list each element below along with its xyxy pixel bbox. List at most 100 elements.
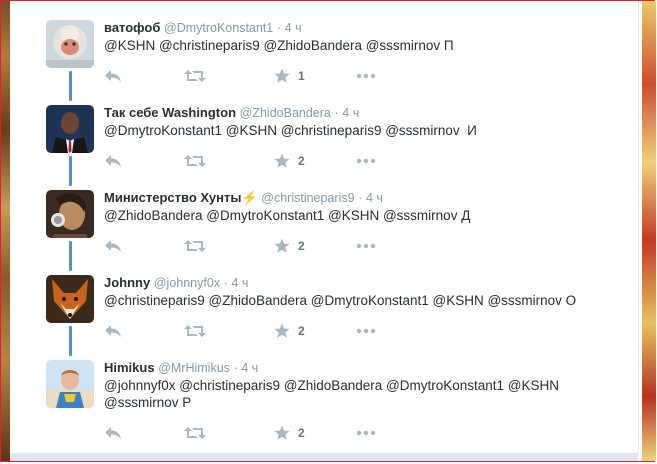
username[interactable]: @johnnyf0x <box>154 276 220 290</box>
avatar[interactable] <box>46 275 94 323</box>
more-dots-icon <box>356 243 376 249</box>
retweet-icon <box>184 325 206 337</box>
username[interactable]: @DmytroKonstant1 <box>164 21 273 35</box>
more-dots-icon <box>356 73 376 79</box>
reply-button[interactable] <box>104 152 122 170</box>
tweet-text-line: @DmytroKonstant1 @KSHN @christineparis9 … <box>104 123 477 138</box>
retweet-button[interactable] <box>184 152 206 170</box>
avatar-fox-image <box>46 275 94 323</box>
tweet-text: @christineparis9 @ZhidoBandera @DmytroKo… <box>104 292 614 309</box>
avatar[interactable] <box>46 190 94 238</box>
avatar-child-image <box>46 360 94 408</box>
reply-icon <box>105 240 121 252</box>
tweet-header: Так себе Washington @ZhidoBandera · 4 ч <box>104 105 359 121</box>
favorite-button[interactable]: 2 <box>274 322 305 340</box>
tweet-header: Johnny @johnnyf0x · 4 ч <box>104 275 248 291</box>
favorite-button[interactable]: 1 <box>274 67 305 85</box>
tweet-text-line: @sssmirnov Р <box>104 395 192 410</box>
favorite-star-icon <box>274 425 290 440</box>
tweet-text: @DmytroKonstant1 @KSHN @christineparis9 … <box>104 122 614 139</box>
retweet-button[interactable] <box>184 424 206 442</box>
more-dots-icon <box>356 158 376 164</box>
retweet-icon <box>184 70 206 82</box>
favorite-count: 2 <box>298 426 305 440</box>
card-bottom-edge <box>10 453 638 461</box>
reply-icon <box>105 70 121 82</box>
thread-connector <box>69 326 72 356</box>
separator-dot: · <box>334 106 339 120</box>
reply-button[interactable] <box>104 322 122 340</box>
reply-button[interactable] <box>104 67 122 85</box>
tweet-header: Himikus @MrHimikus · 4 ч <box>104 360 258 376</box>
more-dots-icon <box>356 328 376 334</box>
more-button[interactable] <box>356 237 376 255</box>
display-name[interactable]: ватофоб <box>104 20 160 35</box>
tweet-header: Министерство Хунты⚡ @christineparis9 · 4… <box>104 190 383 206</box>
reply-button[interactable] <box>104 237 122 255</box>
tweet-actions: 2 <box>104 152 404 170</box>
tweet-text-line: @KSHN @christineparis9 @ZhidoBandera @ss… <box>104 38 454 53</box>
display-name[interactable]: Himikus <box>104 360 155 375</box>
username[interactable]: @MrHimikus <box>158 361 230 375</box>
tweet-actions: 2 <box>104 237 404 255</box>
tweet-text-line: @johnnyf0x @christineparis9 @ZhidoBander… <box>104 378 559 393</box>
more-button[interactable] <box>356 152 376 170</box>
conversation-thread: ватофоб @DmytroKonstant1 · 4 ч @KSHN @ch… <box>10 1 639 453</box>
thread-connector <box>69 156 72 186</box>
avatar[interactable] <box>46 360 94 408</box>
favorite-star-icon <box>274 153 290 168</box>
favorite-button[interactable]: 2 <box>274 424 305 442</box>
favorite-star-icon <box>274 68 290 83</box>
timestamp[interactable]: 4 ч <box>241 361 258 375</box>
retweet-icon <box>184 155 206 167</box>
display-name[interactable]: Так себе Washington <box>104 105 236 120</box>
separator-dot: · <box>223 276 228 290</box>
tweet-text-line: @christineparis9 @ZhidoBandera @DmytroKo… <box>104 293 577 308</box>
timestamp[interactable]: 4 ч <box>285 21 302 35</box>
retweet-icon <box>184 240 206 252</box>
more-button[interactable] <box>356 67 376 85</box>
tweet-text: @KSHN @christineparis9 @ZhidoBandera @ss… <box>104 37 614 54</box>
thread-connector <box>69 241 72 271</box>
reply-icon <box>105 427 121 439</box>
tweet-actions: 1 <box>104 67 404 85</box>
tweet-text: @johnnyf0x @christineparis9 @ZhidoBander… <box>104 377 614 411</box>
timestamp[interactable]: 4 ч <box>342 106 359 120</box>
favorite-count: 1 <box>298 69 305 83</box>
display-name[interactable]: Министерство Хунты⚡ <box>104 190 258 205</box>
more-dots-icon <box>356 430 376 436</box>
avatar-monkey-image <box>46 20 94 68</box>
tweet-actions: 2 <box>104 322 404 340</box>
tweet-header: ватофоб @DmytroKonstant1 · 4 ч <box>104 20 302 36</box>
more-button[interactable] <box>356 424 376 442</box>
display-name[interactable]: Johnny <box>104 275 150 290</box>
tweet-text: @ZhidoBandera @DmytroKonstant1 @KSHN @ss… <box>104 207 614 224</box>
tweet-actions: 2 <box>104 424 404 442</box>
retweet-button[interactable] <box>184 67 206 85</box>
favorite-star-icon <box>274 238 290 253</box>
avatar-headphones-image <box>46 190 94 238</box>
retweet-icon <box>184 427 206 439</box>
background-image-right <box>642 1 656 461</box>
reply-button[interactable] <box>104 424 122 442</box>
favorite-button[interactable]: 2 <box>274 152 305 170</box>
username[interactable]: @ZhidoBandera <box>240 106 331 120</box>
timestamp[interactable]: 4 ч <box>231 276 248 290</box>
favorite-count: 2 <box>298 239 305 253</box>
avatar[interactable] <box>46 20 94 68</box>
more-button[interactable] <box>356 322 376 340</box>
reply-icon <box>105 325 121 337</box>
favorite-star-icon <box>274 323 290 338</box>
background-image-left <box>1 1 10 461</box>
favorite-count: 2 <box>298 154 305 168</box>
separator-dot: · <box>276 21 282 35</box>
separator-dot: · <box>233 361 238 375</box>
avatar[interactable] <box>46 105 94 153</box>
favorite-count: 2 <box>298 324 305 338</box>
retweet-button[interactable] <box>184 237 206 255</box>
retweet-button[interactable] <box>184 322 206 340</box>
username[interactable]: @christineparis9 <box>261 191 354 205</box>
favorite-button[interactable]: 2 <box>274 237 305 255</box>
reply-icon <box>105 155 121 167</box>
timestamp[interactable]: 4 ч <box>366 191 383 205</box>
